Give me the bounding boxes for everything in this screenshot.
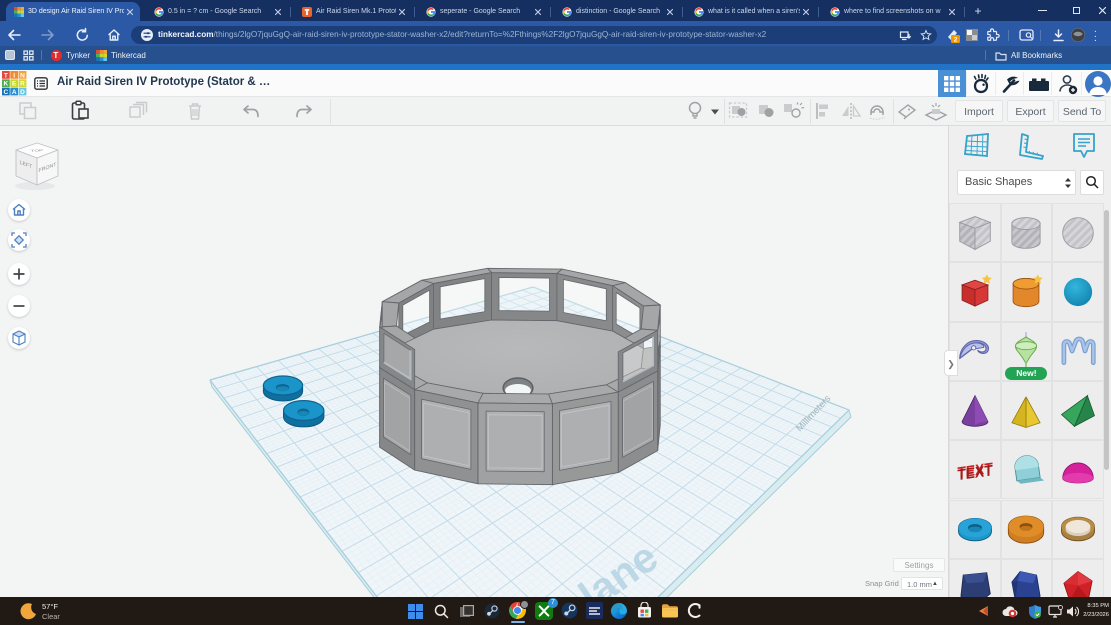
- svg-text:R: R: [20, 81, 25, 88]
- svg-text:I: I: [13, 72, 15, 79]
- svg-text:2: 2: [954, 36, 958, 43]
- svg-text:E: E: [12, 81, 17, 88]
- svg-text:TOP: TOP: [30, 149, 43, 153]
- svg-text:D: D: [20, 89, 25, 96]
- svg-text:T: T: [4, 72, 8, 79]
- svg-text:TEXT: TEXT: [957, 462, 993, 484]
- svg-text:A: A: [12, 89, 17, 96]
- svg-text:N: N: [20, 72, 25, 79]
- svg-text:C: C: [4, 89, 9, 96]
- svg-text:K: K: [4, 81, 9, 88]
